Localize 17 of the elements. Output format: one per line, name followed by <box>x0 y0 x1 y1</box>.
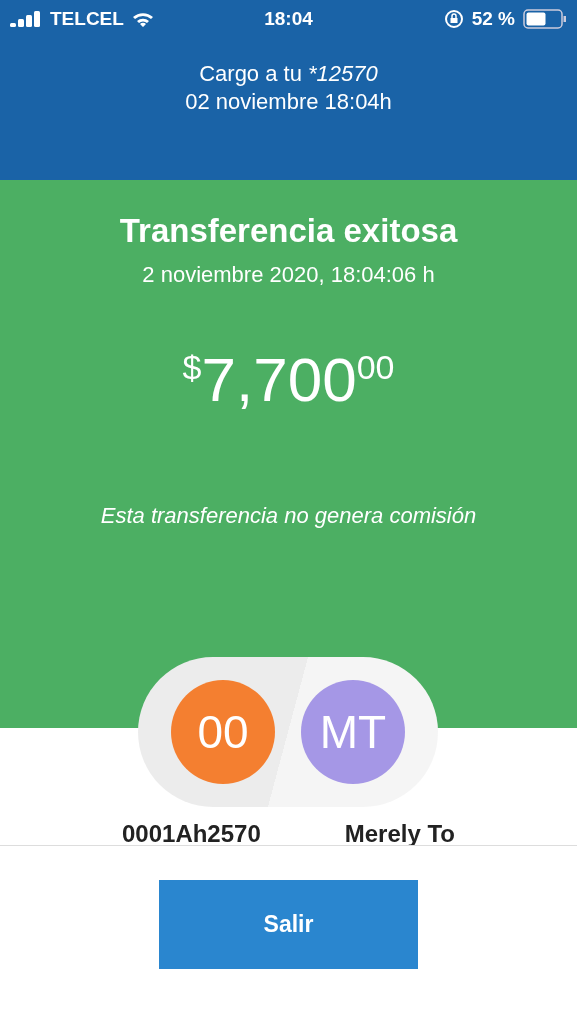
party-name: Merely To <box>344 820 455 848</box>
signal-icon <box>10 11 42 27</box>
clock: 18:04 <box>264 8 313 30</box>
success-title: Transferencia exitosa <box>119 212 458 250</box>
battery-icon <box>523 9 567 29</box>
transfer-timestamp: 2 noviembre 2020, 18:04:06 h <box>142 262 435 288</box>
exit-button[interactable]: Salir <box>159 880 418 969</box>
battery-percent: 52 % <box>471 8 515 30</box>
carrier-name: TELCEL <box>50 8 124 30</box>
wifi-icon <box>131 11 154 27</box>
avatar: 00 <box>171 680 275 784</box>
charge-account: Cargo a tu *12570 <box>198 60 379 88</box>
commission-note: Esta transferencia no genera comisión <box>100 503 477 529</box>
rotation-lock-icon <box>443 9 464 29</box>
header-date: 02 noviembre 18:04h <box>184 88 393 116</box>
party-name: 0001Ah2570 <box>122 820 261 848</box>
avatar: MT <box>301 680 405 784</box>
